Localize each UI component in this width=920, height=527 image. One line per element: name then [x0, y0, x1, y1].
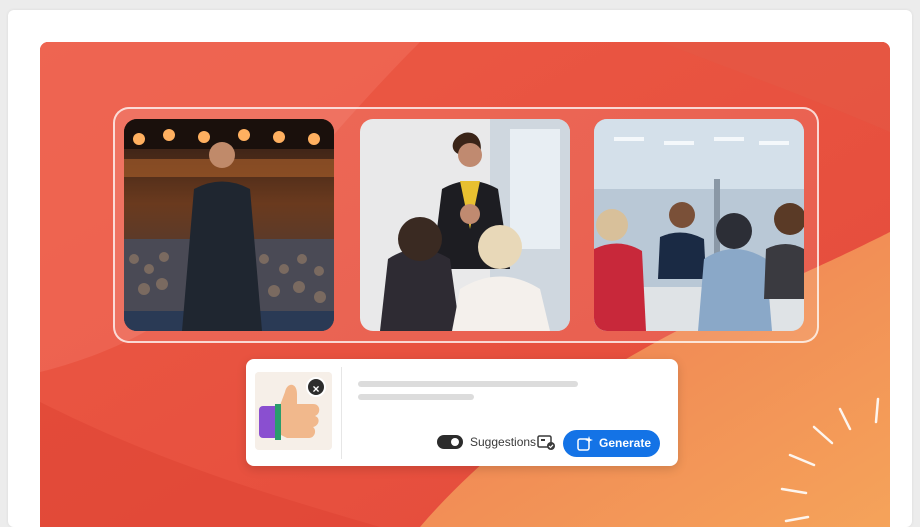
image-results-frame: [113, 107, 819, 343]
generate-sparkle-icon: [577, 436, 593, 451]
suggestions-label: Suggestions: [470, 435, 537, 449]
remove-image-close-icon[interactable]: ×: [306, 377, 326, 397]
office-team-photo[interactable]: [594, 119, 804, 331]
presenter-meeting-image: [360, 119, 570, 331]
generate-label: Generate: [599, 436, 652, 450]
office-team-image: [594, 119, 804, 331]
prompt-bar: × Suggestions Generate: [246, 359, 678, 466]
prompt-divider: [341, 367, 342, 459]
speaker-on-stage-image: [124, 119, 334, 331]
toggle-knob: [451, 438, 459, 446]
suggestions-toggle[interactable]: [437, 435, 463, 449]
prompt-text-placeholder-line-2[interactable]: [358, 394, 474, 400]
hero-banner: × Suggestions Generate: [40, 42, 890, 527]
presenter-meeting-photo[interactable]: [360, 119, 570, 331]
generate-button[interactable]: Generate: [563, 430, 660, 457]
style-reference-icon[interactable]: [536, 433, 556, 451]
prompt-text-placeholder-line-1[interactable]: [358, 381, 578, 387]
sparkle-decoration: [780, 397, 880, 523]
speaker-on-stage-photo[interactable]: [124, 119, 334, 331]
